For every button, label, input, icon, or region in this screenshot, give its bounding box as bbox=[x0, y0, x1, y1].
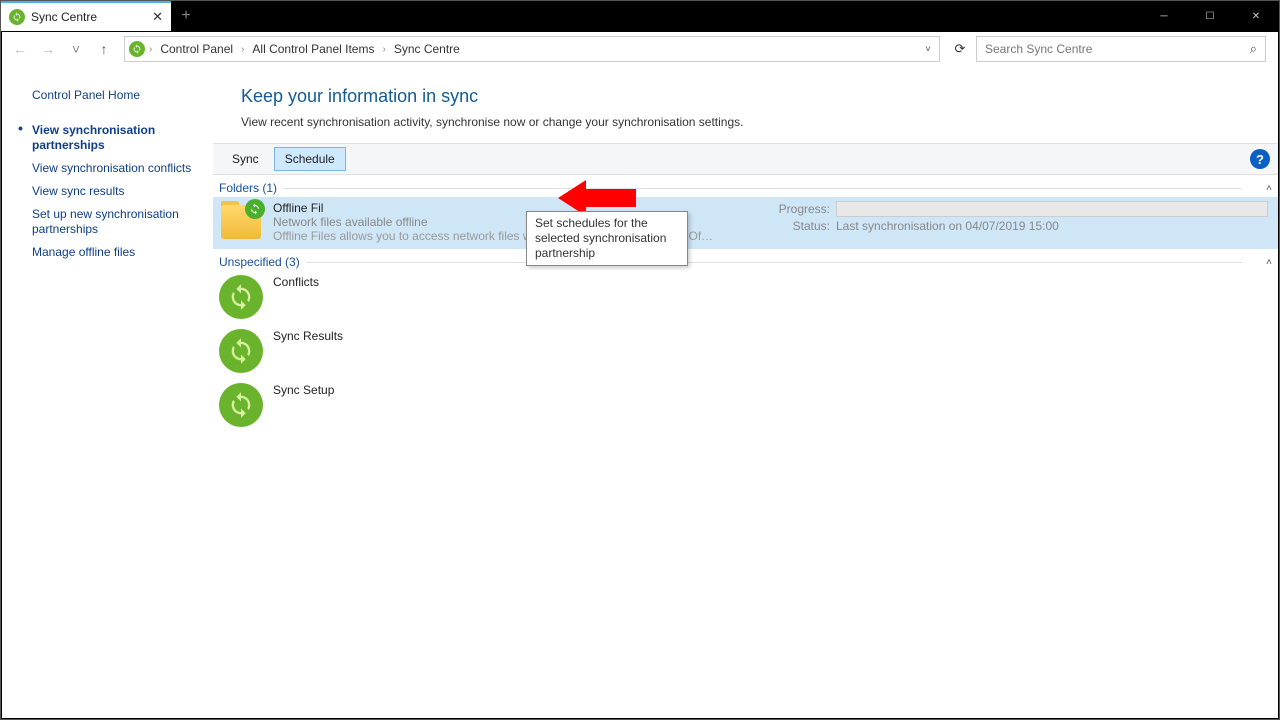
item-title: Sync Setup bbox=[273, 383, 1268, 397]
maximize-button[interactable]: ☐ bbox=[1187, 1, 1233, 31]
address-bar[interactable]: › Control Panel › All Control Panel Item… bbox=[124, 36, 940, 62]
item-title: Conflicts bbox=[273, 275, 1268, 289]
sync-centre-icon bbox=[9, 9, 25, 25]
item-offline-files[interactable]: Offline Fil Network files available offl… bbox=[213, 197, 1278, 249]
sync-icon bbox=[219, 275, 263, 319]
sidebar-manage-offline[interactable]: Manage offline files bbox=[14, 241, 199, 264]
chevron-right-icon[interactable]: › bbox=[241, 44, 244, 55]
schedule-tooltip: Set schedules for the selected synchroni… bbox=[526, 211, 688, 266]
chevron-right-icon[interactable]: › bbox=[149, 44, 152, 55]
group-unspecified[interactable]: Unspecified (3) ˄ bbox=[213, 249, 1278, 271]
collapse-icon[interactable]: ˄ bbox=[1266, 257, 1272, 268]
recent-locations-button[interactable]: ˅ bbox=[64, 37, 88, 61]
status-label: Status: bbox=[778, 219, 830, 233]
page-title: Keep your information in sync bbox=[213, 66, 1278, 115]
tab-title: Sync Centre bbox=[31, 10, 97, 24]
item-sync-setup[interactable]: Sync Setup bbox=[213, 379, 1278, 433]
item-title: Offline Fil bbox=[273, 201, 768, 215]
sidebar: Control Panel Home View synchronisation … bbox=[2, 66, 207, 718]
close-tab-icon[interactable]: ✕ bbox=[152, 9, 163, 25]
sync-icon bbox=[219, 383, 263, 427]
sidebar-view-conflicts[interactable]: View synchronisation conflicts bbox=[14, 157, 199, 180]
address-dropdown-icon[interactable]: ˅ bbox=[921, 44, 935, 55]
help-icon[interactable]: ? bbox=[1250, 149, 1270, 169]
window-controls: ─ ☐ ✕ bbox=[1141, 1, 1279, 31]
sync-button[interactable]: Sync bbox=[221, 147, 270, 171]
item-sync-results[interactable]: Sync Results bbox=[213, 325, 1278, 379]
search-placeholder: Search Sync Centre bbox=[985, 42, 1092, 56]
page-subtitle: View recent synchronisation activity, sy… bbox=[213, 115, 1278, 143]
toolbar: Sync Schedule ? bbox=[213, 143, 1278, 175]
progress-bar bbox=[836, 201, 1268, 217]
title-bar: Sync Centre ✕ + ─ ☐ ✕ bbox=[1, 1, 1279, 31]
group-folders[interactable]: Folders (1) ˄ bbox=[213, 175, 1278, 197]
progress-label: Progress: bbox=[778, 202, 830, 216]
sync-icon bbox=[219, 329, 263, 373]
breadcrumb-control-panel[interactable]: Control Panel bbox=[156, 42, 237, 56]
sidebar-setup-new[interactable]: Set up new synchronisation partnerships bbox=[14, 203, 199, 241]
minimize-button[interactable]: ─ bbox=[1141, 1, 1187, 31]
sidebar-view-results[interactable]: View sync results bbox=[14, 180, 199, 203]
collapse-icon[interactable]: ˄ bbox=[1266, 183, 1272, 194]
item-conflicts[interactable]: Conflicts bbox=[213, 271, 1278, 325]
close-window-button[interactable]: ✕ bbox=[1233, 1, 1279, 31]
search-input[interactable]: Search Sync Centre ⌕ bbox=[976, 36, 1266, 62]
group-unspecified-label: Unspecified (3) bbox=[219, 255, 300, 269]
sidebar-control-panel-home[interactable]: Control Panel Home bbox=[14, 84, 199, 107]
breadcrumb-sync-centre[interactable]: Sync Centre bbox=[390, 42, 464, 56]
new-tab-button[interactable]: + bbox=[171, 1, 201, 31]
item-subtitle: Network files available offline bbox=[273, 215, 768, 229]
schedule-button[interactable]: Schedule bbox=[274, 147, 346, 171]
group-folders-label: Folders (1) bbox=[219, 181, 277, 195]
main-panel: Keep your information in sync View recen… bbox=[207, 66, 1278, 718]
window-tab[interactable]: Sync Centre ✕ bbox=[1, 1, 171, 31]
search-icon: ⌕ bbox=[1250, 41, 1257, 57]
status-value: Last synchronisation on 04/07/2019 15:00 bbox=[836, 219, 1059, 233]
sidebar-view-partnerships[interactable]: View synchronisation partnerships bbox=[14, 119, 199, 157]
chevron-right-icon[interactable]: › bbox=[382, 44, 385, 55]
nav-bar: ← → ˅ ↑ › Control Panel › All Control Pa… bbox=[2, 32, 1278, 66]
offline-files-folder-icon bbox=[219, 201, 263, 241]
back-button[interactable]: ← bbox=[8, 37, 32, 61]
breadcrumb-all-items[interactable]: All Control Panel Items bbox=[248, 42, 378, 56]
refresh-button[interactable]: ⟳ bbox=[948, 37, 972, 61]
item-title: Sync Results bbox=[273, 329, 1268, 343]
up-button[interactable]: ↑ bbox=[92, 37, 116, 61]
forward-button[interactable]: → bbox=[36, 37, 60, 61]
location-icon bbox=[129, 41, 145, 57]
